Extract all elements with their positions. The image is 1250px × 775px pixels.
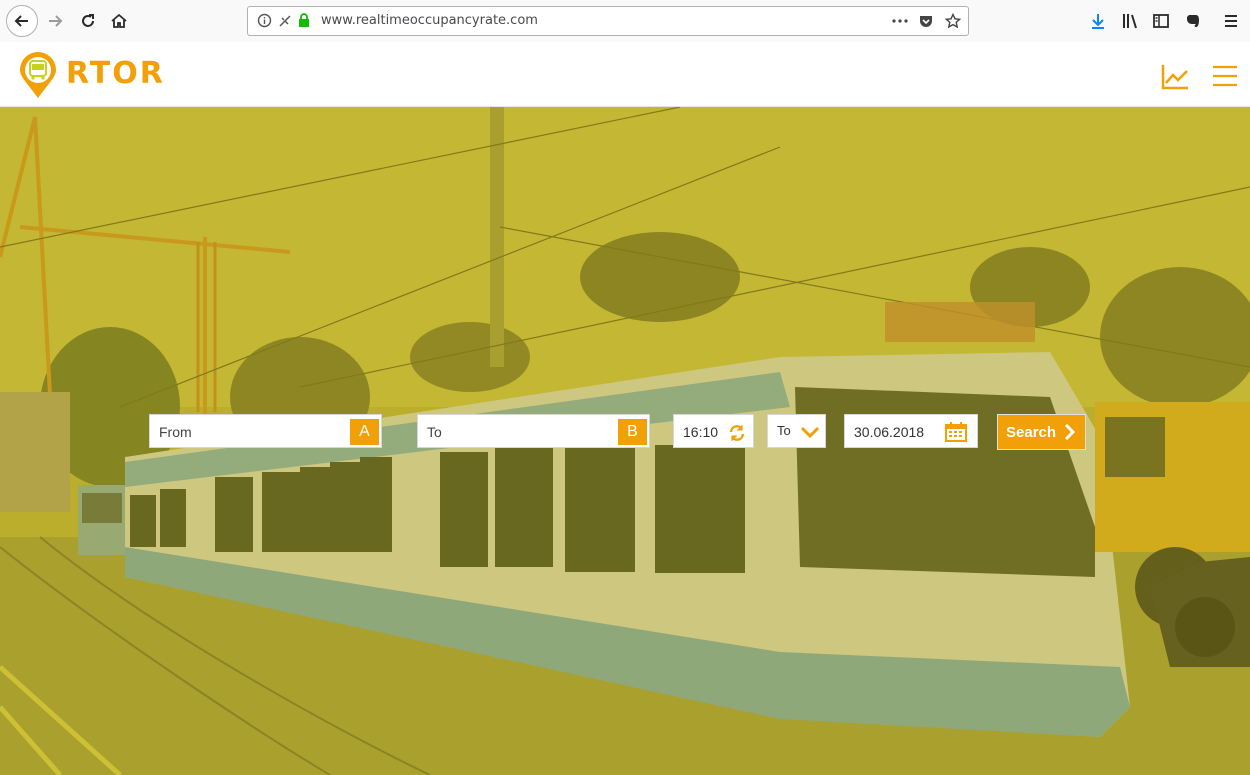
app-menu-button[interactable]: [1216, 6, 1246, 36]
time-value: 16:10: [683, 424, 719, 440]
date-value: 30.06.2018: [854, 424, 925, 440]
forward-button[interactable]: [40, 6, 70, 36]
menu-icon[interactable]: [1212, 64, 1238, 88]
home-icon: [111, 13, 127, 28]
chevron-down-icon: [801, 426, 819, 438]
evernote-button[interactable]: [1178, 6, 1208, 36]
site-header: RTOR: [0, 42, 1250, 107]
to-marker-badge: B: [618, 419, 647, 445]
chevron-right-icon: [1064, 424, 1076, 440]
library-icon: [1123, 14, 1137, 29]
hamburger-icon: [1225, 15, 1237, 27]
from-field[interactable]: A: [149, 414, 382, 448]
forward-arrow-icon: [49, 15, 63, 27]
direction-value: To: [777, 423, 791, 438]
url-text[interactable]: www.realtimeoccupancyrate.com: [321, 13, 538, 28]
browser-toolbar: www.realtimeoccupancyrate.com: [0, 0, 1250, 43]
home-button[interactable]: [104, 6, 134, 36]
refresh-time-icon[interactable]: [727, 423, 747, 443]
from-marker-badge: A: [350, 419, 379, 445]
chart-icon[interactable]: [1160, 63, 1190, 91]
downloads-button[interactable]: [1083, 6, 1113, 36]
reload-button[interactable]: [73, 6, 103, 36]
direction-select[interactable]: To: [767, 414, 826, 448]
reload-icon: [82, 14, 94, 27]
sidebar-icon: [1153, 14, 1169, 28]
back-arrow-icon: [14, 15, 28, 27]
bookmark-star-icon[interactable]: [945, 13, 961, 29]
page-actions-icon[interactable]: [892, 19, 908, 23]
back-button[interactable]: [6, 5, 38, 37]
date-field[interactable]: 30.06.2018: [844, 414, 978, 448]
to-field[interactable]: B: [417, 414, 650, 448]
to-input[interactable]: [427, 424, 607, 440]
evernote-icon: [1187, 15, 1199, 27]
lock-icon[interactable]: [297, 13, 311, 28]
logo-text[interactable]: RTOR: [66, 56, 165, 92]
logo-bus-pin-icon[interactable]: [18, 52, 58, 100]
library-button[interactable]: [1115, 6, 1145, 36]
time-field[interactable]: 16:10: [673, 414, 754, 448]
info-icon[interactable]: [257, 13, 272, 28]
search-button[interactable]: Search: [997, 414, 1086, 450]
from-input[interactable]: [159, 424, 339, 440]
search-button-label: Search: [1006, 423, 1057, 441]
address-bar[interactable]: www.realtimeoccupancyrate.com: [247, 6, 969, 36]
calendar-icon[interactable]: [945, 422, 967, 442]
sidebar-button[interactable]: [1146, 6, 1176, 36]
tracking-protection-icon[interactable]: [277, 13, 292, 28]
download-icon: [1092, 14, 1104, 29]
pocket-icon[interactable]: [918, 13, 934, 29]
